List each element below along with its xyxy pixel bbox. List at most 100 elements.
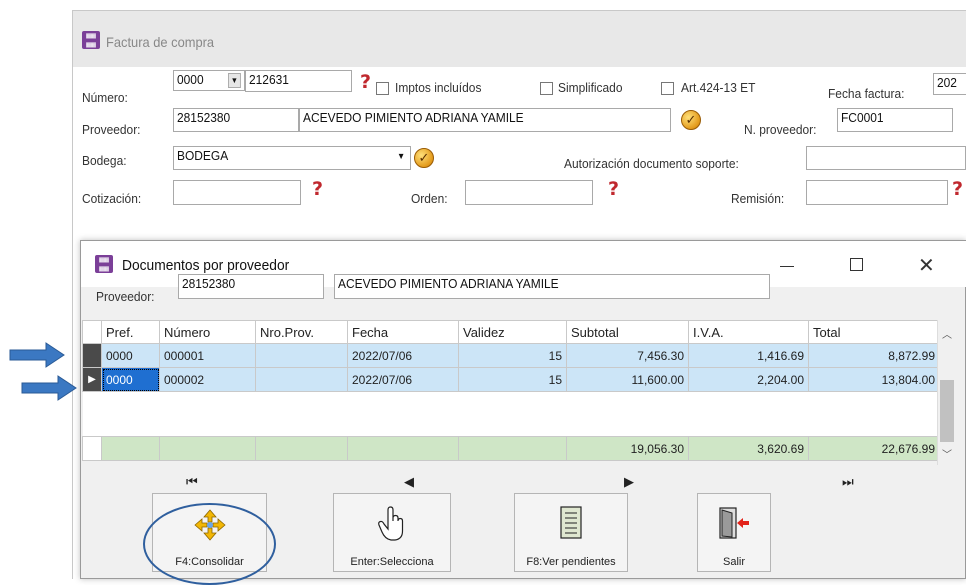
close-icon[interactable]: ✕ <box>918 253 935 277</box>
cell-numero[interactable]: 000002 <box>159 367 256 392</box>
scroll-down-icon[interactable]: ﹀ <box>942 446 952 461</box>
cotizacion-label: Cotización: <box>82 191 142 206</box>
cell-fecha[interactable]: 2022/07/06 <box>347 367 459 392</box>
salir-button[interactable]: Salir <box>697 493 771 572</box>
numero-prefix-select[interactable]: 0000 ▼ <box>173 70 245 91</box>
proveedor-id-input[interactable]: 28152380 <box>173 108 299 132</box>
selecciona-label: Enter:Selecciona <box>350 556 434 568</box>
total-iva: 3,620.69 <box>688 436 809 461</box>
totals-empty <box>159 436 256 461</box>
simplificado-label: Simplificado <box>558 80 623 95</box>
fecha-factura-value: 202 <box>937 75 957 90</box>
col-header-total[interactable]: Total <box>808 320 940 344</box>
col-header-iva[interactable]: I.V.A. <box>688 320 809 344</box>
col-header-numero[interactable]: Número <box>159 320 256 344</box>
app-icon: ▦▦ ▦▦ <box>82 31 100 49</box>
scrollbar-thumb[interactable] <box>940 380 954 442</box>
grid-indicator-header <box>82 320 102 344</box>
totals-empty <box>347 436 459 461</box>
navigator-bar <box>82 466 956 493</box>
totals-empty <box>255 436 348 461</box>
numero-prefix-value: 0000 <box>177 72 204 87</box>
documents-grid: Pref. Número Nro.Prov. Fecha Validez Sub… <box>82 320 940 461</box>
col-header-fecha[interactable]: Fecha <box>347 320 459 344</box>
cell-pref[interactable]: 0000 <box>101 367 160 392</box>
document-list-icon <box>560 506 582 539</box>
remision-input[interactable] <box>806 180 948 205</box>
help-icon-remision[interactable]: ? <box>952 180 963 199</box>
cell-iva[interactable]: 2,204.00 <box>688 367 809 392</box>
scroll-up-icon[interactable]: ︿ <box>942 326 952 341</box>
maximize-icon[interactable] <box>850 258 863 271</box>
ver-pendientes-button[interactable]: F8:Ver pendientes <box>514 493 628 572</box>
autorizacion-input[interactable] <box>806 146 966 170</box>
col-header-pref[interactable]: Pref. <box>101 320 160 344</box>
annotation-arrow-row2-icon <box>21 375 77 401</box>
annotation-arrow-row1-icon <box>9 342 65 368</box>
empty-row-cell <box>82 391 940 437</box>
row-indicator-current: ▶ <box>82 367 102 392</box>
dialog-proveedor-name-value: ACEVEDO PIMIENTO ADRIANA YAMILE <box>338 276 559 291</box>
chevron-down-icon: ▼ <box>397 151 406 161</box>
check-icon-bodega[interactable]: ✓ <box>414 148 434 168</box>
table-row[interactable]: ▶ 0000 000002 2022/07/06 15 11,600.00 2,… <box>82 367 940 392</box>
annotation-circle <box>143 503 276 585</box>
n-proveedor-value: FC0001 <box>841 110 884 125</box>
cell-fecha[interactable]: 2022/07/06 <box>347 343 459 368</box>
bodega-select[interactable]: BODEGA ▼ <box>173 146 411 170</box>
cell-validez[interactable]: 15 <box>458 343 567 368</box>
dialog-app-icon: ▦▦ ▦▦ <box>95 255 113 273</box>
minimize-icon[interactable] <box>780 266 794 267</box>
help-icon-orden[interactable]: ? <box>608 180 619 199</box>
cotizacion-input[interactable] <box>173 180 301 205</box>
help-icon-cotizacion[interactable]: ? <box>312 180 323 199</box>
salir-label: Salir <box>722 556 745 568</box>
help-icon-numero[interactable]: ? <box>360 73 371 92</box>
fecha-factura-input[interactable]: 202 <box>933 73 966 95</box>
simplificado-checkbox[interactable] <box>540 82 553 95</box>
cell-pref[interactable]: 0000 <box>101 343 160 368</box>
dialog-proveedor-id-value: 28152380 <box>182 276 236 291</box>
numero-input[interactable]: 212631 <box>245 70 352 92</box>
orden-input[interactable] <box>465 180 593 205</box>
check-icon-proveedor[interactable]: ✓ <box>681 110 701 130</box>
totals-indicator <box>82 436 102 461</box>
cell-subtotal[interactable]: 11,600.00 <box>566 367 689 392</box>
imptos-checkbox[interactable] <box>376 82 389 95</box>
exit-door-icon <box>719 507 749 539</box>
totals-row: 19,056.30 3,620.69 22,676.99 <box>82 436 940 461</box>
dialog-proveedor-id-input[interactable]: 28152380 <box>178 274 324 299</box>
next-record-icon[interactable]: ▶ <box>624 474 634 490</box>
cell-nro-prov[interactable] <box>255 367 348 392</box>
prev-record-icon[interactable]: ◀ <box>404 474 414 490</box>
fecha-factura-label: Fecha factura: <box>828 86 905 101</box>
selecciona-button[interactable]: Enter:Selecciona <box>333 493 451 572</box>
n-proveedor-input[interactable]: FC0001 <box>837 108 953 132</box>
grid-scrollbar[interactable]: ︿ ﹀ <box>937 320 956 465</box>
total-total: 22,676.99 <box>808 436 940 461</box>
cell-total[interactable]: 8,872.99 <box>808 343 940 368</box>
cell-validez[interactable]: 15 <box>458 367 567 392</box>
row-indicator <box>82 343 102 368</box>
col-header-validez[interactable]: Validez <box>458 320 567 344</box>
col-header-subtotal[interactable]: Subtotal <box>566 320 689 344</box>
hand-pointer-icon <box>378 506 404 541</box>
last-record-icon[interactable]: ⏭ <box>842 474 854 490</box>
cell-nro-prov[interactable] <box>255 343 348 368</box>
n-proveedor-label: N. proveedor: <box>744 122 817 137</box>
table-row[interactable]: 0000 000001 2022/07/06 15 7,456.30 1,416… <box>82 343 940 368</box>
imptos-label: Imptos incluídos <box>395 80 482 95</box>
remision-label: Remisión: <box>731 191 785 206</box>
cell-subtotal[interactable]: 7,456.30 <box>566 343 689 368</box>
numero-label: Número: <box>82 90 128 105</box>
cell-iva[interactable]: 1,416.69 <box>688 343 809 368</box>
art-checkbox[interactable] <box>661 82 674 95</box>
table-row-empty <box>82 391 940 437</box>
col-header-nro-prov[interactable]: Nro.Prov. <box>255 320 348 344</box>
proveedor-name-field: ACEVEDO PIMIENTO ADRIANA YAMILE <box>299 108 671 132</box>
ver-pendientes-label: F8:Ver pendientes <box>526 556 616 568</box>
dialog-proveedor-label: Proveedor: <box>96 289 155 304</box>
cell-numero[interactable]: 000001 <box>159 343 256 368</box>
first-record-icon[interactable]: ⏮ <box>186 474 198 490</box>
cell-total[interactable]: 13,804.00 <box>808 367 940 392</box>
